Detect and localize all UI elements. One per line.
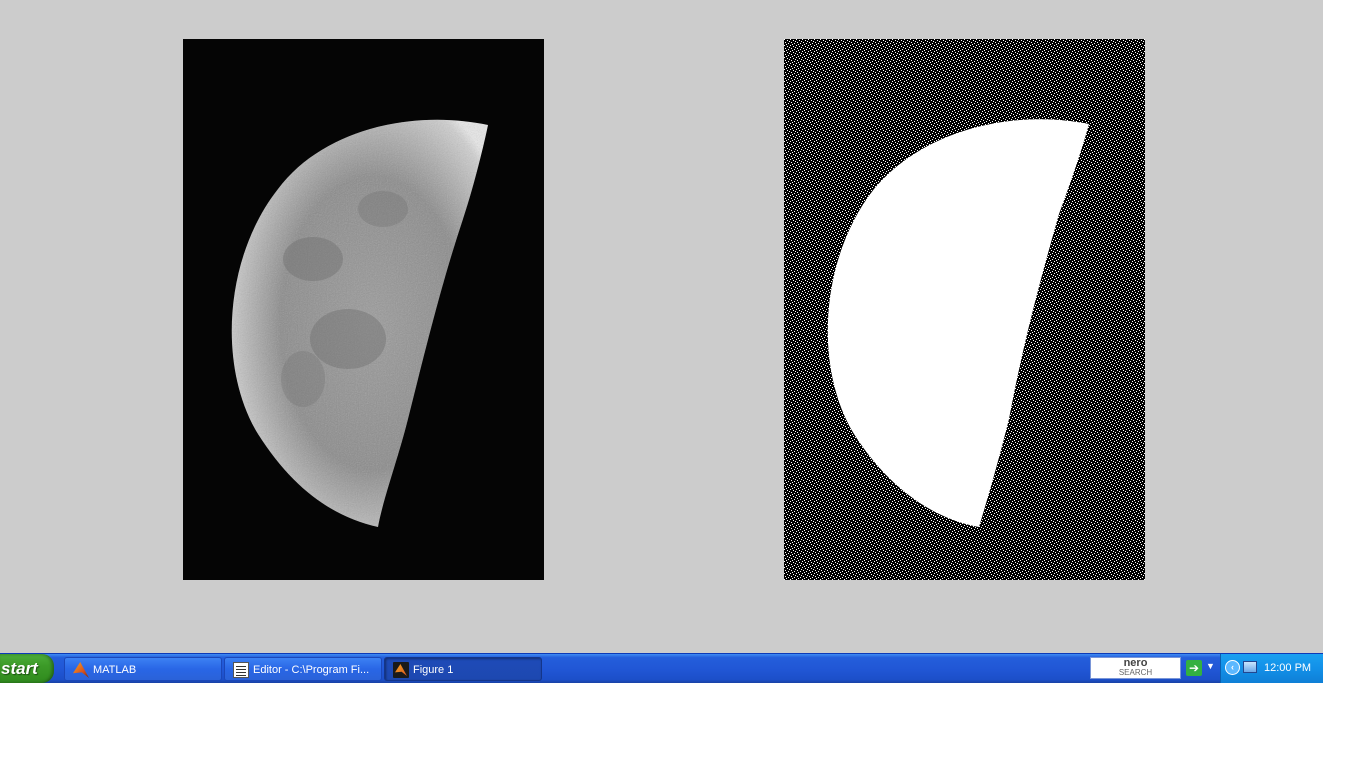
- taskbar-item-editor[interactable]: Editor - C:\Program Fi...: [224, 657, 382, 681]
- nero-search-box[interactable]: nero SEARCH: [1090, 657, 1181, 679]
- taskbar-item-label: Figure 1: [413, 664, 454, 676]
- network-icon[interactable]: [1243, 661, 1257, 673]
- start-label: start: [1, 659, 38, 678]
- clock[interactable]: 12:00 PM: [1264, 654, 1311, 683]
- taskbar-item-matlab[interactable]: MATLAB: [64, 657, 222, 681]
- search-go-icon[interactable]: ➔: [1186, 660, 1202, 676]
- matlab-icon: [73, 662, 89, 678]
- start-button[interactable]: start: [0, 654, 54, 683]
- show-hidden-icons-icon[interactable]: ‹: [1225, 660, 1240, 675]
- chevron-down-icon[interactable]: ▼: [1206, 661, 1215, 671]
- taskbar-item-figure-1[interactable]: Figure 1: [384, 657, 542, 681]
- taskbar-item-label: MATLAB: [93, 664, 137, 676]
- original-moon-image: [183, 39, 544, 580]
- thresholded-moon-image: [784, 39, 1145, 580]
- taskbar-item-label: Editor - C:\Program Fi...: [253, 664, 370, 676]
- system-tray: ‹ 12:00 PM: [1220, 654, 1323, 683]
- figure-window-canvas: [0, 0, 1323, 653]
- nero-sub: SEARCH: [1118, 668, 1153, 677]
- matlab-icon: [393, 662, 409, 678]
- editor-icon: [233, 662, 249, 678]
- taskbar: start MATLAB Editor - C:\Program Fi... F…: [0, 653, 1323, 683]
- nero-brand: nero: [1123, 657, 1148, 669]
